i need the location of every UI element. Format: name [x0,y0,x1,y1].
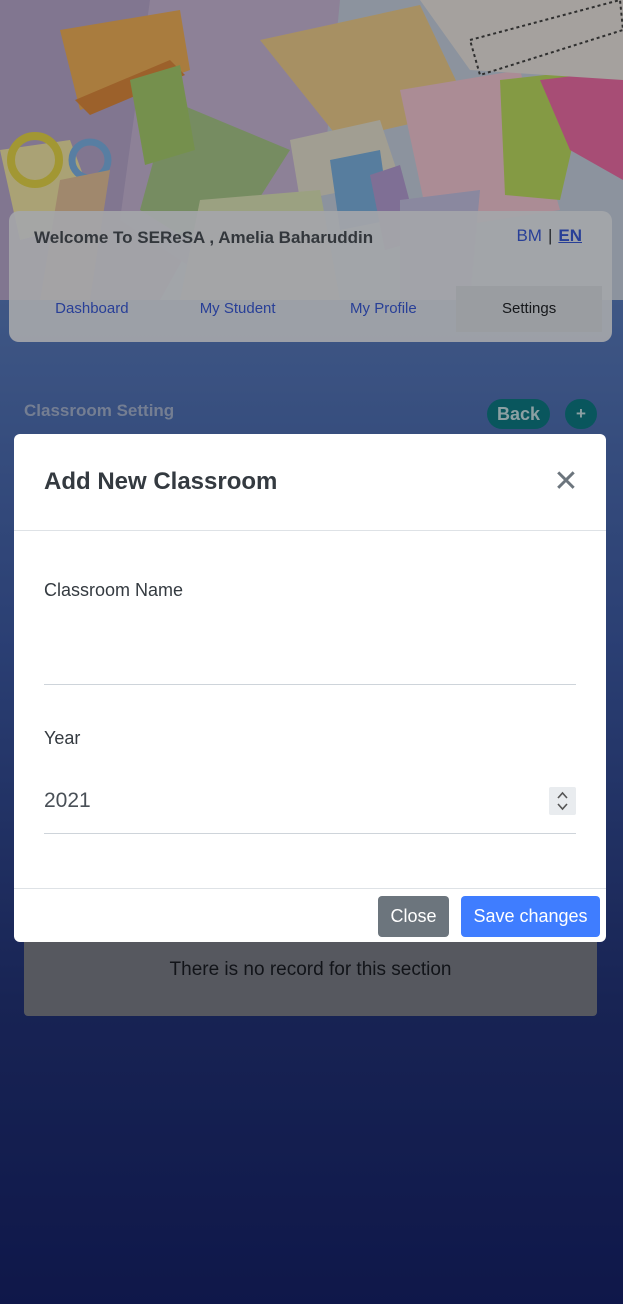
classroom-name-label: Classroom Name [44,580,184,600]
modal-header: Add New Classroom ✕ [14,434,606,531]
close-icon[interactable]: ✕ [552,466,580,498]
classroom-name-input[interactable] [44,632,576,672]
add-classroom-modal: Add New Classroom ✕ Classroom Name Year … [14,434,606,942]
year-label: Year [44,728,81,748]
modal-footer: Close Save changes [14,888,606,942]
year-stepper[interactable] [549,787,576,815]
modal-title: Add New Classroom [44,468,278,495]
year-underline [44,833,576,834]
close-button[interactable]: Close [378,896,449,937]
save-changes-button[interactable]: Save changes [461,896,600,937]
year-input[interactable]: 2021 [44,789,91,813]
classroom-name-underline [44,684,576,685]
chevron-up-icon [557,791,568,799]
chevron-down-icon [557,803,568,811]
